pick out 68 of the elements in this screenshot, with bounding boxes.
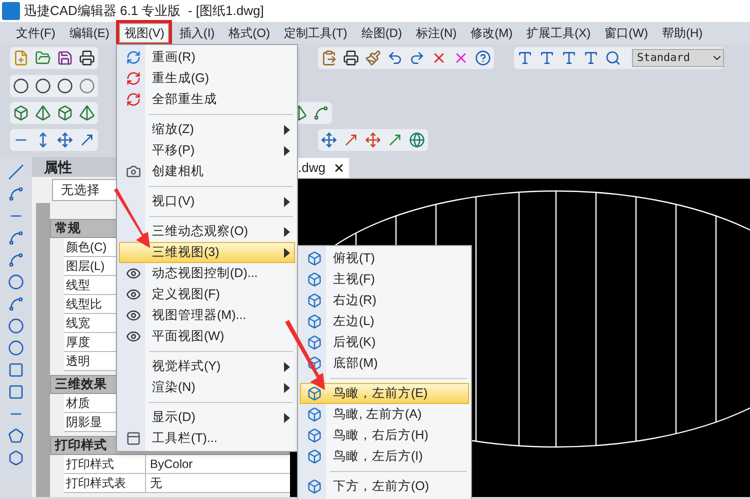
refresh-icon [126,71,140,86]
eye-icon [126,266,140,281]
menu-item[interactable]: 右边(R) [300,290,469,311]
menu-bar-item[interactable]: 标注(N) [412,23,461,43]
submenu-arrow-icon [284,382,290,392]
cube-icon [306,407,322,422]
menu-item[interactable]: 视口(V) [119,191,295,212]
annotation-arrow [283,320,328,392]
close-icon [333,162,346,174]
menu-bar-item[interactable]: 窗口(W) [600,23,652,43]
cube-icon [306,449,322,464]
menu-item[interactable]: 后视(K) [300,332,469,353]
menu-item[interactable]: 下方，左前方(O) [300,476,469,497]
menu-bar-item[interactable]: 文件(F) [12,23,60,43]
menu-item[interactable]: 全部重生成 [119,89,295,110]
eye-icon [126,308,140,323]
menu-item[interactable]: 缩放(Z) [119,119,295,140]
cube-icon [306,479,322,494]
submenu-arrow-icon [284,196,290,206]
menu-bar-item[interactable]: 绘图(D) [357,23,406,43]
eye-icon [126,287,140,302]
menu-bar-item[interactable]: 插入(I) [175,23,219,43]
cube-icon [306,272,322,287]
menu-item[interactable]: 鸟瞰, 左前方(A) [300,404,469,425]
cube-icon [306,335,322,350]
eye-icon [126,329,140,344]
camera-icon [126,164,140,179]
refresh-icon [126,92,140,107]
submenu-arrow-icon [284,146,290,156]
cube-icon [306,293,322,308]
menu-item[interactable]: 重画(R) [119,47,295,68]
submenu-arrow-icon [284,248,290,258]
menu-item[interactable]: 鸟瞰，左前方(E) [300,383,469,404]
panel-title: 属性 [44,158,72,176]
property-label: 打印样式 [64,455,146,473]
menu-bar-item[interactable]: 扩展工具(X) [522,23,595,43]
menu-bar-item[interactable]: 视图(V) [119,23,170,43]
toolbar-icon [126,431,140,446]
menu-item[interactable]: 三维视图(3) [119,242,295,263]
menu-item[interactable]: 重生成(G) [119,68,295,89]
submenu-arrow-icon [284,124,290,134]
submenu-arrow-icon [284,226,290,236]
menu-item[interactable]: 鸟瞰，左后方(I) [300,446,469,467]
menu-bar-item[interactable]: 定制工具(T) [280,23,352,43]
menu-item[interactable]: 左边(L) [300,311,469,332]
menu-item[interactable]: 俯视(T) [300,248,469,269]
annotation-arrow [112,188,152,250]
menu-bar-item[interactable]: 修改(M) [466,23,517,43]
menu-item[interactable]: 主视(F) [300,269,469,290]
menu-bar-item[interactable]: 编辑(E) [65,23,114,43]
submenu-arrow-icon [284,412,290,422]
cube-icon [306,428,322,443]
menu-bar-item[interactable]: 帮助(H) [658,23,707,43]
cube-icon [306,251,322,266]
property-value: ByColor [146,455,290,473]
window-title: 迅捷CAD编辑器 6.1 专业版 - [图纸1.dwg] [24,2,264,20]
cube-icon [306,386,322,401]
submenu-arrow-icon [284,362,290,372]
app-logo-icon [2,2,20,20]
menu-item[interactable]: 工具栏(T)... [119,428,295,449]
text-style-dropdown[interactable]: Standard [632,49,724,67]
menu-item[interactable]: 鸟瞰，右后方(H) [300,425,469,446]
cube-icon [306,314,322,329]
property-label: 打印样式表 [64,474,146,492]
refresh-icon [126,50,140,65]
menu-bar-item[interactable]: 格式(O) [224,23,274,43]
property-value: 无 [146,474,290,492]
menu-item[interactable]: 平移(P) [119,140,295,161]
